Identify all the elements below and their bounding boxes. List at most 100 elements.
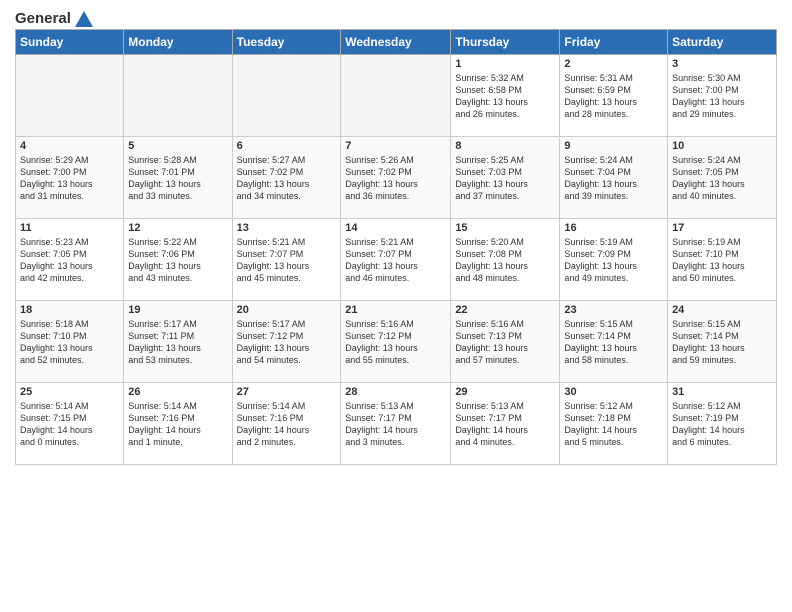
weekday-header: Friday	[560, 30, 668, 55]
calendar-day-cell: 21 Sunrise: 5:16 AM Sunset: 7:12 PM Dayli…	[341, 301, 451, 383]
day-number: 13	[237, 222, 337, 234]
day-number: 12	[128, 222, 227, 234]
day-info: Sunrise: 5:17 AM Sunset: 7:12 PM Dayligh…	[237, 318, 337, 367]
day-info: Sunrise: 5:28 AM Sunset: 7:01 PM Dayligh…	[128, 154, 227, 203]
day-info: Sunrise: 5:14 AM Sunset: 7:16 PM Dayligh…	[237, 400, 337, 449]
day-info: Sunrise: 5:13 AM Sunset: 7:17 PM Dayligh…	[455, 400, 555, 449]
day-info: Sunrise: 5:24 AM Sunset: 7:05 PM Dayligh…	[672, 154, 772, 203]
day-number: 17	[672, 222, 772, 234]
day-number: 19	[128, 304, 227, 316]
calendar-day-cell: 17 Sunrise: 5:19 AM Sunset: 7:10 PM Dayli…	[668, 219, 777, 301]
day-number: 30	[564, 386, 663, 398]
weekday-header: Sunday	[16, 30, 124, 55]
day-info: Sunrise: 5:14 AM Sunset: 7:15 PM Dayligh…	[20, 400, 119, 449]
weekday-header: Thursday	[451, 30, 560, 55]
day-info: Sunrise: 5:18 AM Sunset: 7:10 PM Dayligh…	[20, 318, 119, 367]
day-info: Sunrise: 5:21 AM Sunset: 7:07 PM Dayligh…	[237, 236, 337, 285]
day-number: 31	[672, 386, 772, 398]
calendar-day-cell: 20 Sunrise: 5:17 AM Sunset: 7:12 PM Dayli…	[232, 301, 341, 383]
calendar-day-cell: 28 Sunrise: 5:13 AM Sunset: 7:17 PM Dayli…	[341, 383, 451, 465]
calendar-day-cell: 8 Sunrise: 5:25 AM Sunset: 7:03 PM Daylig…	[451, 137, 560, 219]
calendar-day-cell: 30Sunrise: 5:12 AM Sunset: 7:18 PM Dayli…	[560, 383, 668, 465]
day-number: 21	[345, 304, 446, 316]
calendar-day-cell: 31 Sunrise: 5:12 AM Sunset: 7:19 PM Dayli…	[668, 383, 777, 465]
day-info: Sunrise: 5:13 AM Sunset: 7:17 PM Dayligh…	[345, 400, 446, 449]
day-number: 6	[237, 140, 337, 152]
calendar-table: SundayMondayTuesdayWednesdayThursdayFrid…	[15, 29, 777, 465]
day-info: Sunrise: 5:19 AM Sunset: 7:10 PM Dayligh…	[672, 236, 772, 285]
day-info: Sunrise: 5:12 AM Sunset: 7:19 PM Dayligh…	[672, 400, 772, 449]
day-info: Sunrise: 5:27 AM Sunset: 7:02 PM Dayligh…	[237, 154, 337, 203]
day-number: 25	[20, 386, 119, 398]
calendar-day-cell: 18 Sunrise: 5:18 AM Sunset: 7:10 PM Dayli…	[16, 301, 124, 383]
day-number: 14	[345, 222, 446, 234]
calendar-day-cell	[16, 55, 124, 137]
day-info: Sunrise: 5:21 AM Sunset: 7:07 PM Dayligh…	[345, 236, 446, 285]
day-info: Sunrise: 5:20 AM Sunset: 7:08 PM Dayligh…	[455, 236, 555, 285]
day-number: 24	[672, 304, 772, 316]
calendar-week-row: 4 Sunrise: 5:29 AM Sunset: 7:00 PM Daylig…	[16, 137, 777, 219]
calendar-day-cell: 19 Sunrise: 5:17 AM Sunset: 7:11 PM Dayli…	[124, 301, 232, 383]
day-info: Sunrise: 5:29 AM Sunset: 7:00 PM Dayligh…	[20, 154, 119, 203]
calendar-day-cell	[341, 55, 451, 137]
calendar-day-cell: 7 Sunrise: 5:26 AM Sunset: 7:02 PM Daylig…	[341, 137, 451, 219]
calendar-day-cell: 13 Sunrise: 5:21 AM Sunset: 7:07 PM Dayli…	[232, 219, 341, 301]
weekday-header: Tuesday	[232, 30, 341, 55]
day-number: 28	[345, 386, 446, 398]
day-number: 4	[20, 140, 119, 152]
calendar-day-cell	[232, 55, 341, 137]
calendar-day-cell: 5 Sunrise: 5:28 AM Sunset: 7:01 PM Daylig…	[124, 137, 232, 219]
logo-icon	[75, 11, 93, 27]
day-info: Sunrise: 5:32 AM Sunset: 6:58 PM Dayligh…	[455, 72, 555, 121]
day-number: 10	[672, 140, 772, 152]
day-number: 18	[20, 304, 119, 316]
calendar-week-row: 11 Sunrise: 5:23 AM Sunset: 7:05 PM Dayli…	[16, 219, 777, 301]
calendar-day-cell: 14 Sunrise: 5:21 AM Sunset: 7:07 PM Dayli…	[341, 219, 451, 301]
day-number: 16	[564, 222, 663, 234]
calendar-day-cell: 22 Sunrise: 5:16 AM Sunset: 7:13 PM Dayli…	[451, 301, 560, 383]
calendar-day-cell: 27 Sunrise: 5:14 AM Sunset: 7:16 PM Dayli…	[232, 383, 341, 465]
day-number: 22	[455, 304, 555, 316]
day-info: Sunrise: 5:15 AM Sunset: 7:14 PM Dayligh…	[564, 318, 663, 367]
weekday-header: Monday	[124, 30, 232, 55]
day-number: 11	[20, 222, 119, 234]
day-info: Sunrise: 5:26 AM Sunset: 7:02 PM Dayligh…	[345, 154, 446, 203]
calendar-day-cell: 15Sunrise: 5:20 AM Sunset: 7:08 PM Dayli…	[451, 219, 560, 301]
calendar-day-cell: 4 Sunrise: 5:29 AM Sunset: 7:00 PM Daylig…	[16, 137, 124, 219]
day-info: Sunrise: 5:25 AM Sunset: 7:03 PM Dayligh…	[455, 154, 555, 203]
calendar-day-cell: 1 Sunrise: 5:32 AM Sunset: 6:58 PM Daylig…	[451, 55, 560, 137]
day-info: Sunrise: 5:24 AM Sunset: 7:04 PM Dayligh…	[564, 154, 663, 203]
calendar-header-row: SundayMondayTuesdayWednesdayThursdayFrid…	[16, 30, 777, 55]
day-info: Sunrise: 5:17 AM Sunset: 7:11 PM Dayligh…	[128, 318, 227, 367]
calendar-day-cell: 26Sunrise: 5:14 AM Sunset: 7:16 PM Dayli…	[124, 383, 232, 465]
day-info: Sunrise: 5:15 AM Sunset: 7:14 PM Dayligh…	[672, 318, 772, 367]
day-info: Sunrise: 5:23 AM Sunset: 7:05 PM Dayligh…	[20, 236, 119, 285]
day-number: 5	[128, 140, 227, 152]
calendar-day-cell: 11 Sunrise: 5:23 AM Sunset: 7:05 PM Dayli…	[16, 219, 124, 301]
calendar-day-cell: 6 Sunrise: 5:27 AM Sunset: 7:02 PM Daylig…	[232, 137, 341, 219]
calendar-day-cell: 24 Sunrise: 5:15 AM Sunset: 7:14 PM Dayli…	[668, 301, 777, 383]
day-info: Sunrise: 5:19 AM Sunset: 7:09 PM Dayligh…	[564, 236, 663, 285]
day-info: Sunrise: 5:22 AM Sunset: 7:06 PM Dayligh…	[128, 236, 227, 285]
calendar-week-row: 1 Sunrise: 5:32 AM Sunset: 6:58 PM Daylig…	[16, 55, 777, 137]
day-number: 27	[237, 386, 337, 398]
day-number: 1	[455, 58, 555, 70]
calendar-day-cell: 25 Sunrise: 5:14 AM Sunset: 7:15 PM Dayli…	[16, 383, 124, 465]
day-number: 8	[455, 140, 555, 152]
calendar-day-cell: 9Sunrise: 5:24 AM Sunset: 7:04 PM Daylig…	[560, 137, 668, 219]
day-info: Sunrise: 5:16 AM Sunset: 7:12 PM Dayligh…	[345, 318, 446, 367]
day-number: 7	[345, 140, 446, 152]
calendar-day-cell: 16 Sunrise: 5:19 AM Sunset: 7:09 PM Dayli…	[560, 219, 668, 301]
day-number: 23	[564, 304, 663, 316]
page-header: General	[15, 10, 777, 25]
calendar-day-cell: 3Sunrise: 5:30 AM Sunset: 7:00 PM Daylig…	[668, 55, 777, 137]
day-number: 2	[564, 58, 663, 70]
weekday-header: Saturday	[668, 30, 777, 55]
calendar-day-cell: 23 Sunrise: 5:15 AM Sunset: 7:14 PM Dayli…	[560, 301, 668, 383]
day-number: 20	[237, 304, 337, 316]
day-info: Sunrise: 5:16 AM Sunset: 7:13 PM Dayligh…	[455, 318, 555, 367]
calendar-day-cell: 29Sunrise: 5:13 AM Sunset: 7:17 PM Dayli…	[451, 383, 560, 465]
calendar-week-row: 25 Sunrise: 5:14 AM Sunset: 7:15 PM Dayli…	[16, 383, 777, 465]
day-number: 26	[128, 386, 227, 398]
calendar-week-row: 18 Sunrise: 5:18 AM Sunset: 7:10 PM Dayli…	[16, 301, 777, 383]
